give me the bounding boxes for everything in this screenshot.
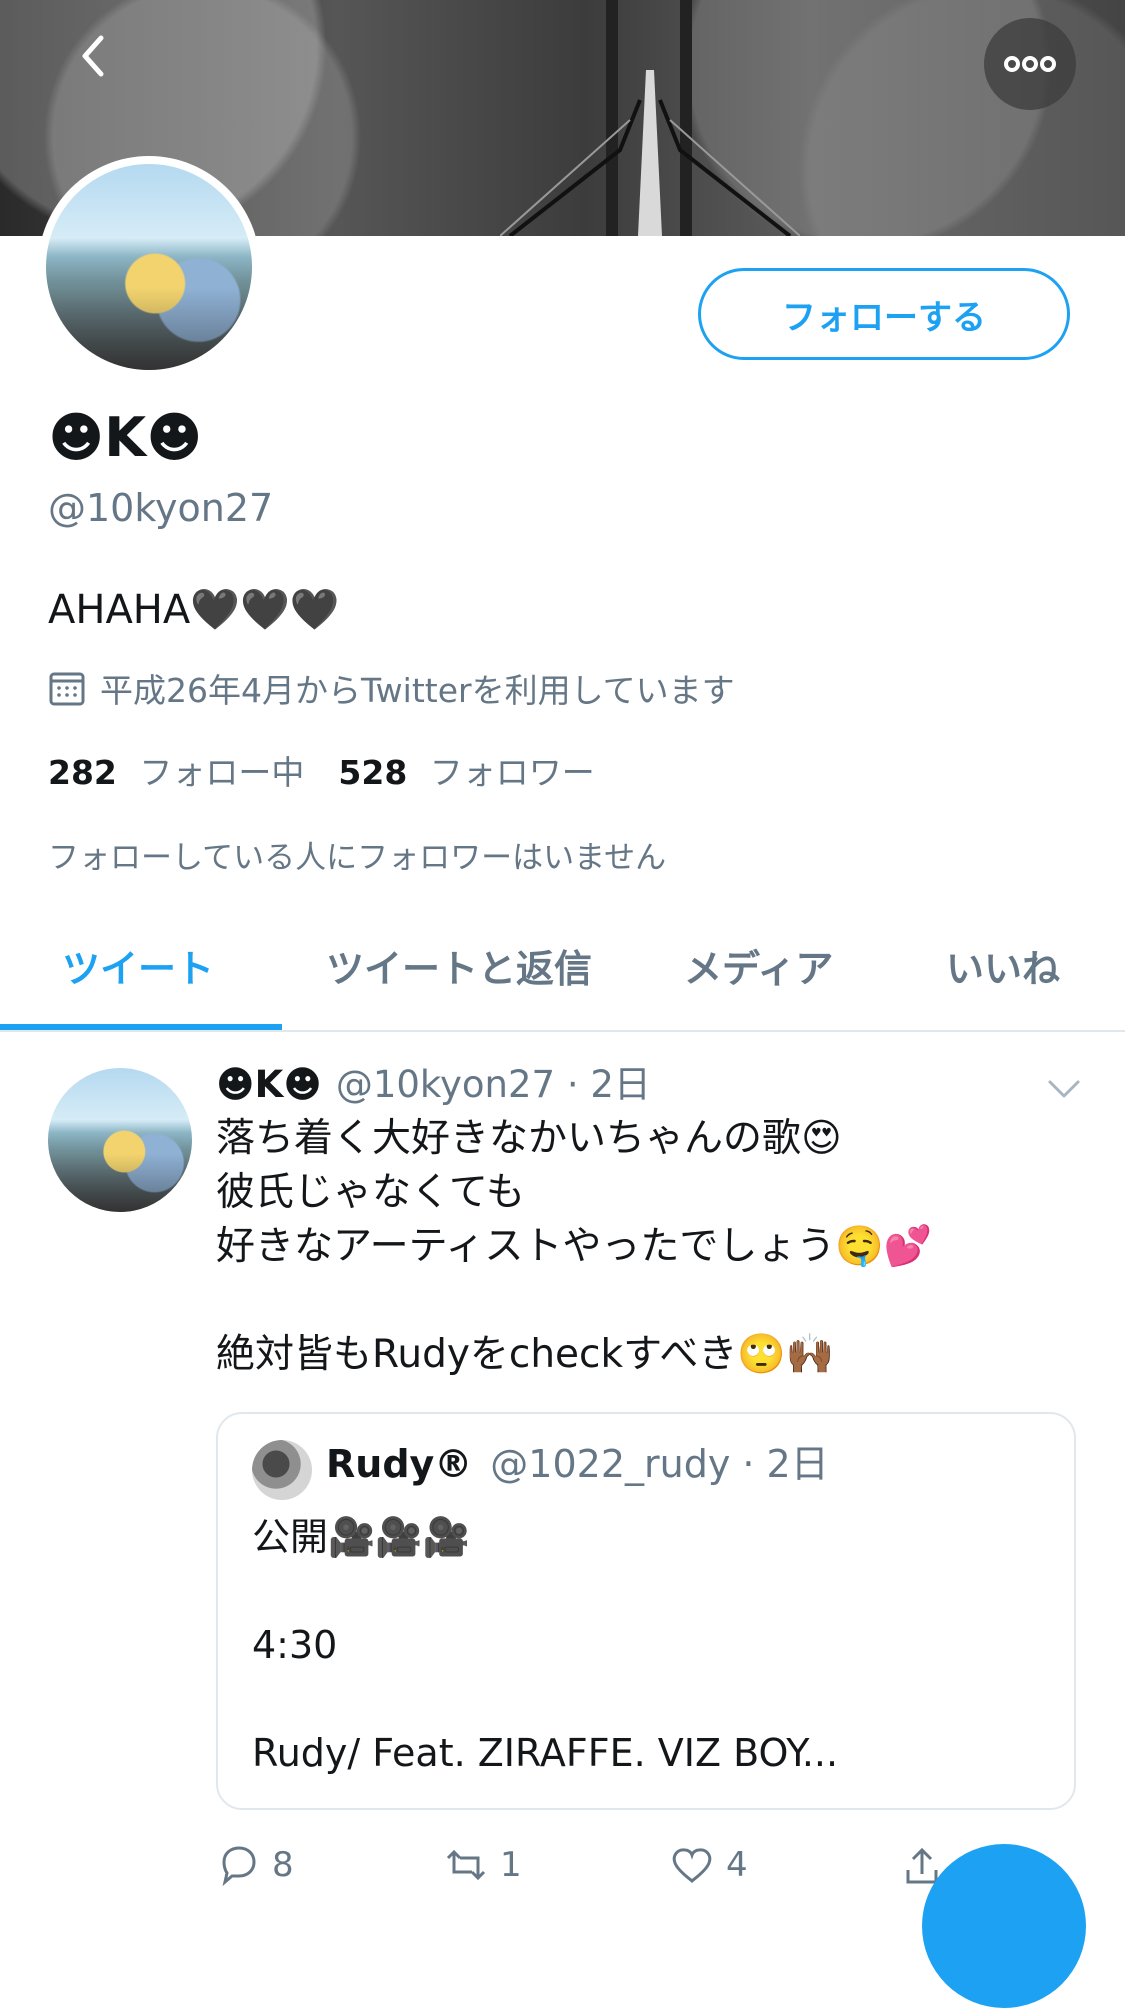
profile-handle: @10kyon27: [48, 486, 274, 530]
active-tab-indicator: [0, 1024, 282, 1030]
follow-counts: 282 フォロー中 528 フォロワー: [48, 746, 595, 794]
join-date-text: 平成26年4月からTwitterを利用しています: [100, 671, 735, 710]
like-count: 4: [726, 1845, 748, 1885]
tab-tweets[interactable]: ツイート: [62, 938, 214, 993]
followers-count: 528: [338, 753, 408, 792]
chevron-down-icon[interactable]: [1044, 1068, 1084, 1108]
tweet-avatar-image: [48, 1068, 192, 1212]
tweet-text: 落ち着く大好きなかいちゃんの歌😍 彼氏じゃなくても 好きなアーティストやったでし…: [216, 1116, 933, 1377]
tweet-author: ☻K☻: [216, 1063, 322, 1106]
following-count: 282: [48, 753, 117, 792]
following-label: フォロー中: [139, 753, 305, 792]
retweet-icon: [446, 1849, 486, 1881]
tweet-item[interactable]: ☻K☻ @10kyon27 · 2日 落ち着く大好きなかいちゃんの歌😍 彼氏じゃ…: [0, 1032, 1125, 1902]
like-action[interactable]: 4: [668, 1842, 748, 1888]
known-followers-text: フォローしている人にフォロワーはいません: [48, 840, 667, 876]
quoted-header: Rudy® @1022_rudy · 2日: [326, 1434, 829, 1494]
tweet-avatar[interactable]: [48, 1068, 192, 1212]
calendar-icon: [49, 672, 85, 706]
tab-media[interactable]: メディア: [684, 938, 833, 993]
reply-action[interactable]: 8: [216, 1842, 294, 1888]
quoted-handle-date: @1022_rudy · 2日: [490, 1442, 829, 1486]
back-button[interactable]: [68, 30, 120, 82]
retweet-action[interactable]: 1: [442, 1842, 522, 1888]
display-name: ☻K☻: [48, 406, 203, 469]
reply-icon: [222, 1846, 256, 1887]
quoted-author: Rudy®: [326, 1442, 473, 1486]
profile-bio: AHAHA🖤🖤🖤: [48, 587, 340, 633]
followers-count-link[interactable]: 528 フォロワー: [338, 746, 594, 794]
profile-avatar[interactable]: [38, 156, 260, 378]
tweet-header: ☻K☻ @10kyon27 · 2日: [216, 1058, 651, 1112]
more-options-button[interactable]: [984, 18, 1076, 110]
tab-tweets-replies[interactable]: ツイートと返信: [326, 938, 592, 993]
join-date-row: 平成26年4月からTwitterを利用しています: [48, 664, 735, 712]
retweet-count: 1: [500, 1845, 522, 1885]
back-arrow-icon: [82, 35, 104, 77]
follow-button[interactable]: フォローする: [698, 268, 1070, 360]
tweet-handle-date: @10kyon27 · 2日: [335, 1063, 651, 1106]
heart-icon: [672, 1848, 712, 1884]
more-options-icon: [1004, 56, 1056, 72]
following-count-link[interactable]: 282 フォロー中: [48, 746, 304, 794]
compose-tweet-button[interactable]: [922, 1844, 1086, 2008]
quoted-tweet[interactable]: Rudy® @1022_rudy · 2日 公開🎥🎥🎥 4:30 Rudy/ F…: [216, 1412, 1076, 1810]
profile-tabs: ツイート ツイートと返信 メディア いいね: [0, 920, 1125, 1032]
followers-label: フォロワー: [429, 753, 595, 792]
tab-likes[interactable]: いいね: [946, 938, 1060, 993]
quoted-avatar: [252, 1440, 312, 1500]
quoted-text: 公開🎥🎥🎥 4:30 Rudy/ Feat. ZIRAFFE. VIZ BOY.…: [252, 1515, 839, 1775]
profile-avatar-image: [46, 164, 252, 370]
bridge-image: [500, 0, 800, 236]
reply-count: 8: [272, 1845, 294, 1885]
